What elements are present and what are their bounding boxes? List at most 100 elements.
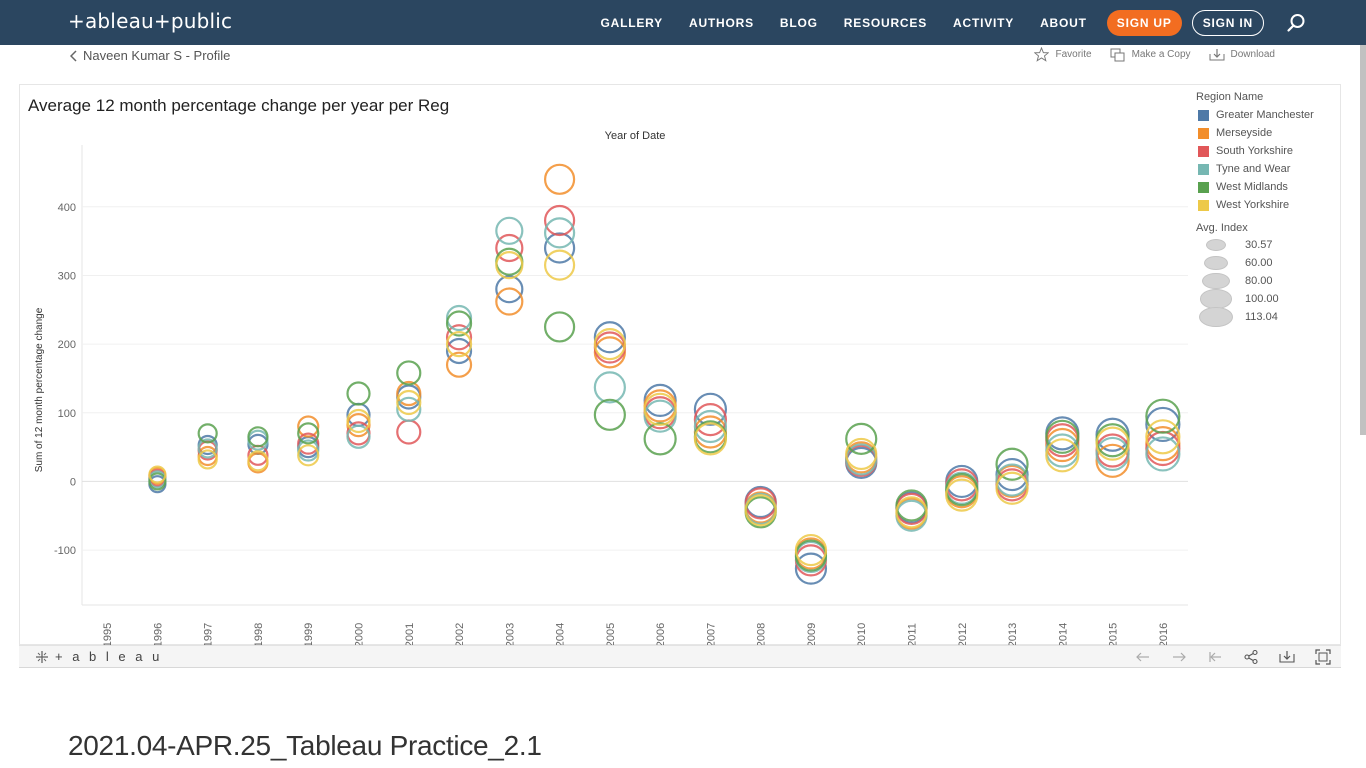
- y-tick-label: 300: [58, 270, 76, 282]
- download-button[interactable]: Download: [1209, 48, 1275, 62]
- nav-resources[interactable]: RESOURCES: [844, 16, 927, 30]
- legend-item[interactable]: West Yorkshire: [1196, 196, 1336, 214]
- data-point: [445, 304, 473, 332]
- x-tick-label: 2003: [504, 623, 516, 645]
- size-legend-circle: [1204, 255, 1228, 271]
- data-point: [495, 216, 524, 245]
- sign-up-button[interactable]: SIGN UP: [1106, 9, 1182, 36]
- size-legend-items: 30.57 60.00 80.00 100.00 113.04: [1196, 236, 1336, 328]
- legend-swatch: [1198, 109, 1209, 121]
- legend-swatch: [1198, 127, 1209, 139]
- tableau-viz: Average 12 month percentage change per y…: [19, 84, 1341, 645]
- x-tick-label: 2014: [1057, 623, 1069, 645]
- legend-item[interactable]: Greater Manchester: [1196, 106, 1336, 124]
- x-tick-label: 1998: [253, 623, 265, 645]
- make-copy-button[interactable]: Make a Copy: [1110, 48, 1191, 62]
- size-legend-circle: [1202, 272, 1230, 290]
- redo-icon[interactable]: [1171, 649, 1187, 665]
- legend-label: Greater Manchester: [1216, 109, 1314, 121]
- legend-item[interactable]: West Midlands: [1196, 178, 1336, 196]
- y-tick-label: 100: [58, 408, 76, 420]
- legend-items: Greater Manchester Merseyside South Yorksh…: [1196, 106, 1336, 214]
- x-tick-label: 1995: [102, 623, 114, 645]
- viz-actions: Favorite Make a Copy Download: [1016, 47, 1275, 62]
- size-legend-label: 30.57: [1245, 239, 1273, 251]
- size-legend-item: 60.00: [1196, 254, 1336, 272]
- y-axis-label: Sum of 12 month percentage change: [34, 307, 45, 472]
- data-point: [744, 494, 777, 527]
- page-heading: 2021.04-APR.25_Tableau Practice_2.1: [68, 730, 542, 761]
- nav-about[interactable]: ABOUT: [1040, 16, 1087, 30]
- data-point: [1045, 419, 1080, 454]
- data-point: [643, 392, 677, 426]
- tableau-cross-icon: [36, 650, 48, 663]
- nav-authors[interactable]: AUTHORS: [689, 16, 754, 30]
- x-tick-label: 2007: [705, 623, 717, 645]
- x-tick-label: 2013: [1007, 623, 1019, 645]
- x-tick-label: 2016: [1158, 623, 1170, 645]
- legend-label: West Midlands: [1216, 181, 1288, 193]
- legend-label: West Yorkshire: [1216, 199, 1290, 211]
- nav-blog[interactable]: BLOG: [780, 16, 818, 30]
- sign-in-button[interactable]: SIGN IN: [1191, 9, 1264, 36]
- download-icon: [1209, 48, 1225, 60]
- favorite-label: Favorite: [1055, 49, 1092, 60]
- x-tick-label: 2006: [655, 623, 667, 645]
- size-legend-item: 100.00: [1196, 289, 1336, 309]
- size-legend-circle: [1200, 289, 1232, 309]
- legend-item[interactable]: South Yorkshire: [1196, 142, 1336, 160]
- size-legend-label: 60.00: [1245, 257, 1273, 269]
- tableau-toolbar-logo[interactable]: + a b l e a u: [35, 649, 162, 664]
- x-tick-label: 2001: [404, 623, 416, 645]
- legend-label: Tyne and Wear: [1216, 163, 1291, 175]
- nav-activity[interactable]: ACTIVITY: [953, 16, 1014, 30]
- share-icon[interactable]: [1243, 649, 1259, 665]
- legend-title: Region Name: [1196, 91, 1264, 103]
- fullscreen-icon[interactable]: [1315, 649, 1331, 665]
- search-icon[interactable]: [1286, 13, 1306, 33]
- legend-swatch: [1198, 181, 1209, 193]
- x-tick-label: 1996: [152, 623, 164, 645]
- y-tick-label: -100: [54, 545, 76, 557]
- undo-icon[interactable]: [1135, 649, 1151, 665]
- back-to-profile-link[interactable]: Naveen Kumar S - Profile: [70, 48, 230, 63]
- x-tick-label: 2008: [756, 623, 768, 645]
- size-legend-label: 80.00: [1245, 275, 1273, 287]
- x-axis-label: Year of Date: [605, 130, 666, 142]
- page-scrollbar[interactable]: [1360, 45, 1366, 435]
- data-point: [543, 311, 576, 343]
- legend-label: Merseyside: [1216, 127, 1273, 139]
- legend-item[interactable]: Merseyside: [1196, 124, 1336, 142]
- back-link-label: Naveen Kumar S - Profile: [83, 48, 231, 63]
- size-legend-label: 113.04: [1245, 311, 1278, 323]
- data-point: [543, 204, 576, 237]
- data-point: [995, 471, 1029, 505]
- legend-label: South Yorkshire: [1216, 145, 1294, 157]
- size-legend-title: Avg. Index: [1196, 222, 1248, 234]
- data-point: [445, 324, 473, 351]
- size-legend-label: 100.00: [1245, 293, 1279, 305]
- x-tick-label: 2010: [856, 623, 868, 645]
- scatter-chart: -100 0 100 200 300 400 Sum of 12 month percent…: [34, 130, 1188, 645]
- size-legend-circle: [1206, 239, 1226, 251]
- x-tick-label: 2000: [354, 623, 366, 645]
- x-tick-label: 1999: [303, 623, 315, 645]
- revert-icon[interactable]: [1207, 649, 1223, 665]
- profile-bar: Naveen Kumar S - Profile Favorite Make a…: [0, 45, 1360, 67]
- download-toolbar-icon[interactable]: [1279, 649, 1295, 665]
- legend-swatch: [1198, 163, 1209, 175]
- star-icon: [1034, 47, 1050, 62]
- viz-toolbar: + a b l e a u: [19, 645, 1341, 668]
- tableau-public-logo[interactable]: +ableau+public: [68, 9, 232, 33]
- x-tick-label: 2011: [907, 623, 919, 645]
- favorite-button[interactable]: Favorite: [1034, 47, 1092, 62]
- make-copy-label: Make a Copy: [1131, 49, 1191, 60]
- nav-links: GALLERY AUTHORS BLOG RESOURCES ACTIVITY …: [587, 0, 1366, 45]
- x-tick-label: 2009: [806, 623, 818, 645]
- legend-item[interactable]: Tyne and Wear: [1196, 160, 1336, 178]
- legend-swatch: [1198, 145, 1209, 157]
- nav-gallery[interactable]: GALLERY: [600, 16, 663, 30]
- tableau-toolbar-text: + a b l e a u: [55, 649, 163, 664]
- x-tick-label: 2004: [555, 623, 567, 645]
- y-tick-label: 0: [70, 476, 76, 488]
